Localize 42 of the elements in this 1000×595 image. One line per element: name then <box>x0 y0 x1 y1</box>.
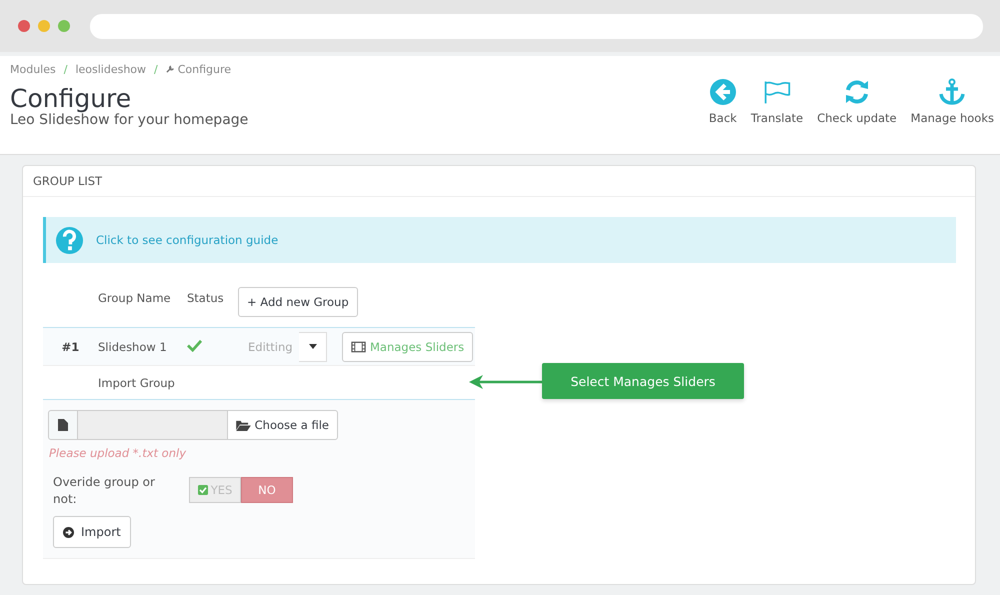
import-button[interactable]: Import <box>53 516 131 548</box>
dropdown-button[interactable] <box>299 332 327 362</box>
question-icon <box>55 226 84 254</box>
caret-icon <box>308 344 316 349</box>
arrow-circle-icon <box>63 526 74 538</box>
breadcrumb-link[interactable]: Modules <box>10 63 56 76</box>
file-input-field[interactable] <box>78 410 227 440</box>
panel-heading: GROUP LIST <box>23 166 975 197</box>
folder-icon <box>236 420 251 430</box>
column-header: Status <box>187 291 225 305</box>
choose-file-button[interactable]: Choose a file <box>226 410 338 440</box>
minimize-dot[interactable] <box>38 20 50 32</box>
breadcrumb-separator: / <box>154 63 158 76</box>
column-header: Group Name <box>98 291 172 305</box>
guide-link[interactable]: Click to see configuration guide <box>96 233 278 247</box>
manage-sliders-button[interactable]: Manages Sliders <box>342 332 474 362</box>
callout-label: Select Manages Sliders <box>542 363 744 399</box>
anchor-icon <box>938 78 966 106</box>
address-bar[interactable] <box>90 14 983 38</box>
breadcrumb-link[interactable]: leoslideshow <box>75 63 146 76</box>
breadcrumb-separator: / <box>64 63 68 76</box>
add-group-button[interactable]: + Add new Group <box>238 287 358 317</box>
maximize-dot[interactable] <box>58 20 70 32</box>
import-group-label: Import Group <box>98 376 175 390</box>
edit-button[interactable]: Editting <box>240 340 299 354</box>
file-icon <box>58 419 68 431</box>
check-icon <box>198 485 208 495</box>
row-number: #1 <box>60 340 80 354</box>
toolbar-button[interactable]: Back <box>708 78 737 125</box>
back-icon <box>708 78 737 106</box>
page-subtitle: Leo Slideshow for your homepage <box>10 112 248 128</box>
group-name: Slideshow 1 <box>98 340 168 354</box>
film-icon <box>351 340 366 352</box>
file-hint: Please upload *.txt only <box>49 446 188 460</box>
override-label: Overide group or not: <box>53 474 156 508</box>
page-title: Configure <box>10 84 132 113</box>
close-dot[interactable] <box>18 20 30 32</box>
toggle-option[interactable]: NO <box>241 477 293 503</box>
toolbar-button[interactable]: Translate <box>750 78 804 125</box>
toolbar-button[interactable]: Manage hooks <box>910 78 994 125</box>
breadcrumb-link[interactable]: Configure <box>166 63 232 76</box>
toolbar-button[interactable]: Check update <box>817 78 897 125</box>
